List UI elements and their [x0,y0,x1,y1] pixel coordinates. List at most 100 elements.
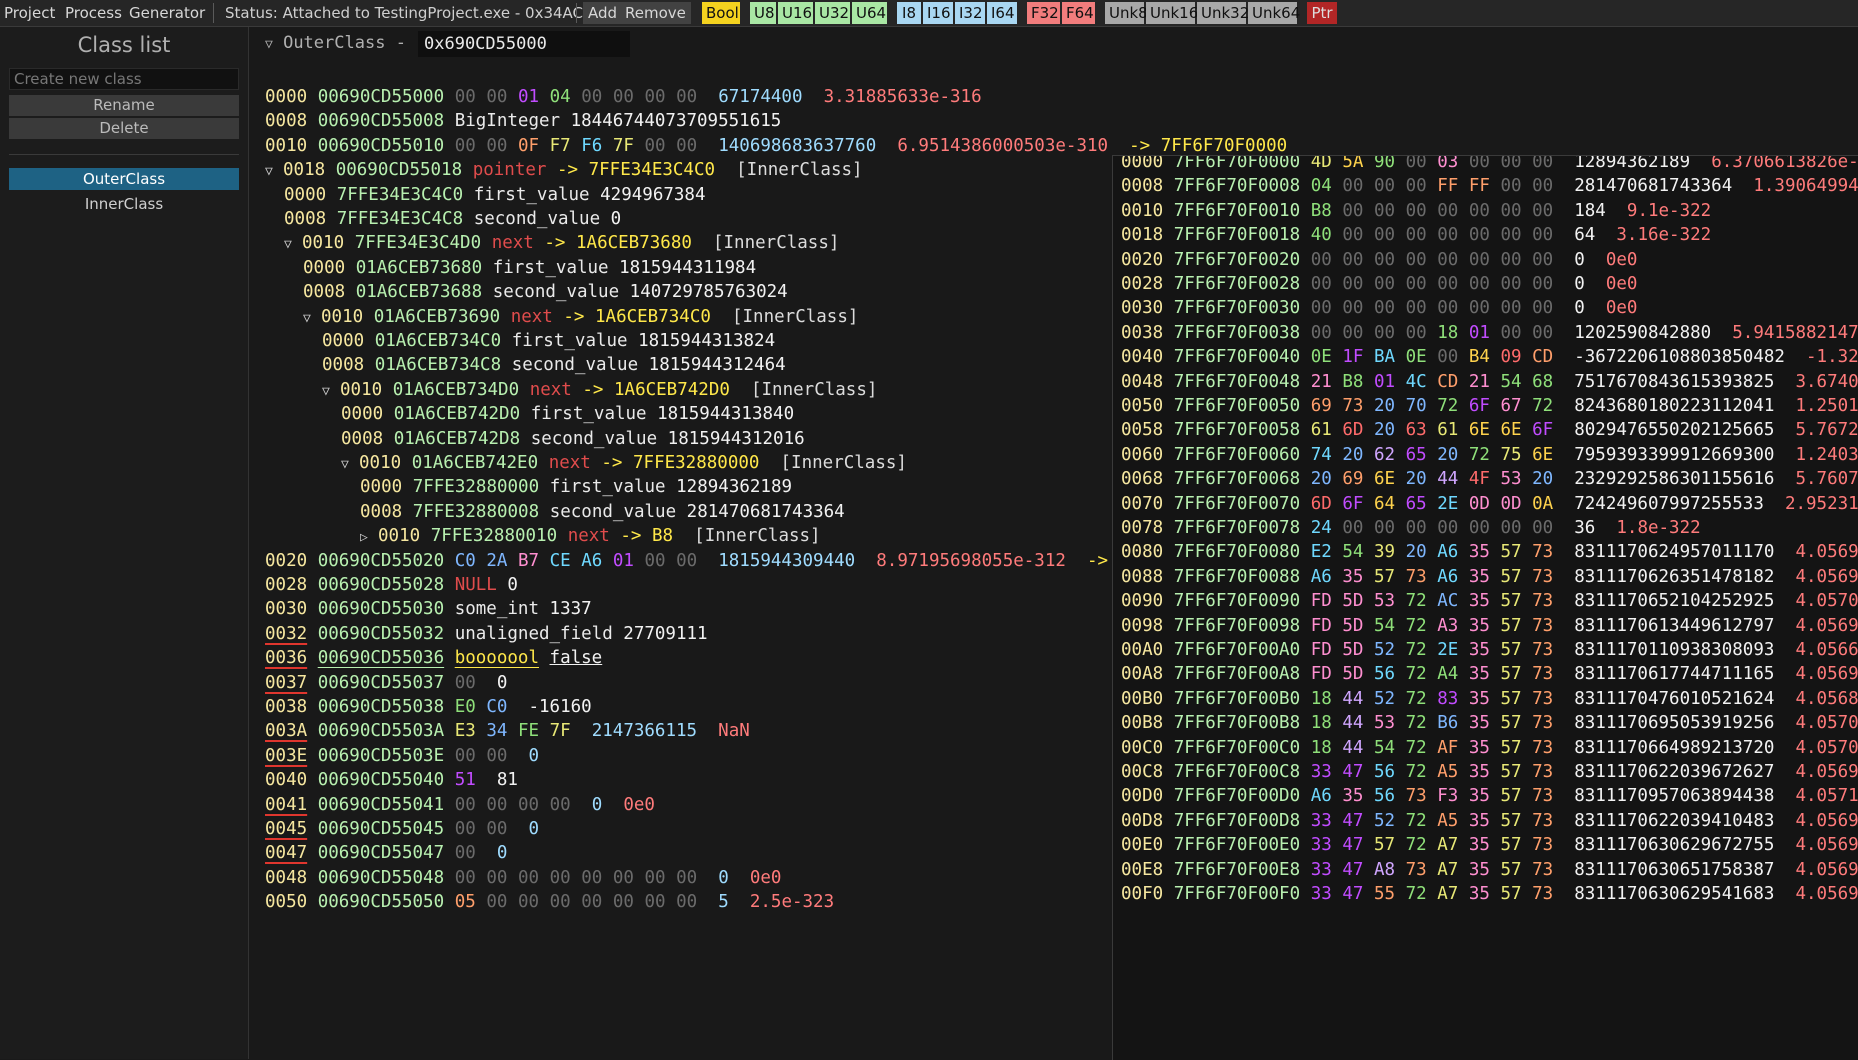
hex-byte: 20 [1405,469,1427,490]
hex-byte: 35 [1468,762,1490,782]
field-name: second_value [492,282,620,303]
field-offset: 0008 [341,428,384,449]
hex-bytes: FD 5D 56 72 A4 35 57 73 [1311,664,1553,684]
add-button[interactable]: Add [583,2,623,24]
sidebar-divider [9,154,239,155]
hex-byte: 5D [1342,591,1364,612]
hex-bytes: 00 [455,673,476,693]
type-button-i64[interactable]: I64 [987,2,1017,24]
popup-float-value: 0e0 [1605,274,1638,294]
type-button-u8[interactable]: U8 [750,2,776,24]
type-button-unk16[interactable]: Unk16 [1146,2,1198,24]
new-class-input[interactable] [9,68,239,90]
hex-byte: 00 [549,794,571,815]
pointer-target[interactable]: -> 7FFE32880000 [601,453,759,473]
popup-address: 7FF6F70F00D0 [1173,786,1301,807]
pointer-target[interactable]: -> 1A6CEB734C0 [563,307,711,327]
popup-address: 7FF6F70F00A8 [1173,664,1301,685]
expand-down-icon[interactable]: ▽ [322,378,340,406]
hex-byte: 2E [1437,640,1459,660]
field-address: 00690CD55045 [317,819,445,839]
pointer-target[interactable]: -> B8 [620,526,673,546]
class-list-title: Class list [77,33,171,57]
hex-bytes: E3 34 FE 7F [455,721,571,741]
popup-offset: 0030 [1121,298,1164,319]
type-button-unk32[interactable]: Unk32 [1197,2,1249,24]
hex-byte: 00 [1532,274,1554,294]
hex-byte: 75 [1500,444,1522,465]
expand-down-icon[interactable]: ▽ [303,305,321,333]
type-button-ptr[interactable]: Ptr [1307,2,1337,24]
pointer-target[interactable]: -> 7FF6F70F0000 [1129,136,1287,156]
hex-byte: 00 [1373,322,1396,343]
top-menu-bar: Project Process Generator Status: Attach… [0,0,1858,27]
type-button-f32[interactable]: F32 [1027,2,1060,24]
type-button-i32[interactable]: I32 [955,2,985,24]
hex-byte: 52 [1373,640,1396,660]
hex-byte: 35 [1468,713,1490,734]
field-address: 00690CD55038 [317,697,445,717]
type-button-u32[interactable]: U32 [815,2,850,24]
popup-float-value: -1.32170 [1806,347,1858,368]
hex-bytes: 33 47 55 72 A7 35 57 73 [1311,884,1553,904]
type-button-f64[interactable]: F64 [1062,2,1095,24]
type-button-unk64[interactable]: Unk64 [1248,2,1300,24]
hex-bytes: 4D 5A 90 00 03 00 00 00 [1311,156,1553,172]
type-button-i16[interactable]: I16 [923,2,953,24]
popup-int-value: 8311170652104252925 [1574,591,1775,612]
field-address: 01A6CEB73680 [355,257,483,278]
pointer-target[interactable]: -> 1A6CEB742D0 [582,380,730,400]
pointer-field-name: next [510,306,553,327]
delete-button[interactable]: Delete [9,118,239,139]
type-button-unk8[interactable]: Unk8 [1105,2,1148,24]
hex-byte: 00 [1468,249,1490,270]
hex-byte: A7 [1437,884,1459,904]
popup-int-value: 8311170630651758387 [1574,859,1775,880]
type-button-i8[interactable]: I8 [897,2,921,24]
expand-down-icon[interactable]: ▽ [341,451,359,479]
hex-byte: 00 [486,867,508,888]
rename-button[interactable]: Rename [9,95,239,116]
field-offset: 0008 [322,355,365,376]
popup-int-value: 8311170622039672627 [1574,762,1775,782]
field-value: -16160 [528,697,592,717]
pointer-target[interactable]: -> 7FFE34E3C4C0 [557,160,715,180]
remove-button[interactable]: Remove [620,2,691,24]
hex-byte: 6E [1468,420,1490,441]
table-row[interactable]: 0050 00690CD55050 05 00 00 00 00 00 00 0… [265,888,855,916]
pointer-target[interactable]: -> [1087,551,1108,571]
popup-offset: 0090 [1121,591,1164,612]
menu-project[interactable]: Project [4,2,55,24]
hex-byte: 73 [1405,566,1427,587]
hex-byte: 00 [486,892,508,913]
hex-byte: 20 [1437,444,1459,465]
expand-down-icon[interactable]: ▽ [284,231,302,259]
type-button-bool[interactable]: Bool [702,2,740,24]
field-address: 00690CD55050 [317,892,445,913]
hex-byte: 35 [1468,810,1490,831]
menu-process[interactable]: Process [65,2,122,24]
field-name: second_value [511,355,639,376]
base-address-input[interactable]: 0x690CD55000 [418,31,630,57]
field-offset: 0037 [265,672,308,693]
field-address: 00690CD55040 [317,770,445,791]
popup-int-value: 8311170613449612797 [1574,615,1775,636]
class-item-outerclass[interactable]: OuterClass [9,168,239,190]
hex-byte: 44 [1342,737,1364,758]
popup-int-value: 8311170622039410483 [1574,810,1775,831]
hex-byte: 00 [1373,176,1396,197]
menu-generator[interactable]: Generator [129,2,205,24]
expand-down-icon[interactable]: ▽ [265,158,283,186]
pointed-class-name: [InnerClass] [750,379,878,400]
pointer-target[interactable]: -> 1A6CEB73680 [544,233,692,253]
hex-byte: 0A [1532,493,1554,514]
type-button-u64[interactable]: U64 [852,2,887,24]
hex-byte: 00 [1405,322,1427,343]
collapse-triangle-icon[interactable]: ▽ [265,37,273,52]
hex-byte: F7 [549,135,571,156]
field-name: second_value [473,209,601,229]
hex-bytes: FD 5D 53 72 AC 35 57 73 [1311,591,1553,611]
class-item-innerclass[interactable]: InnerClass [9,193,239,215]
type-button-u16[interactable]: U16 [778,2,813,24]
hex-byte: 57 [1500,664,1522,685]
